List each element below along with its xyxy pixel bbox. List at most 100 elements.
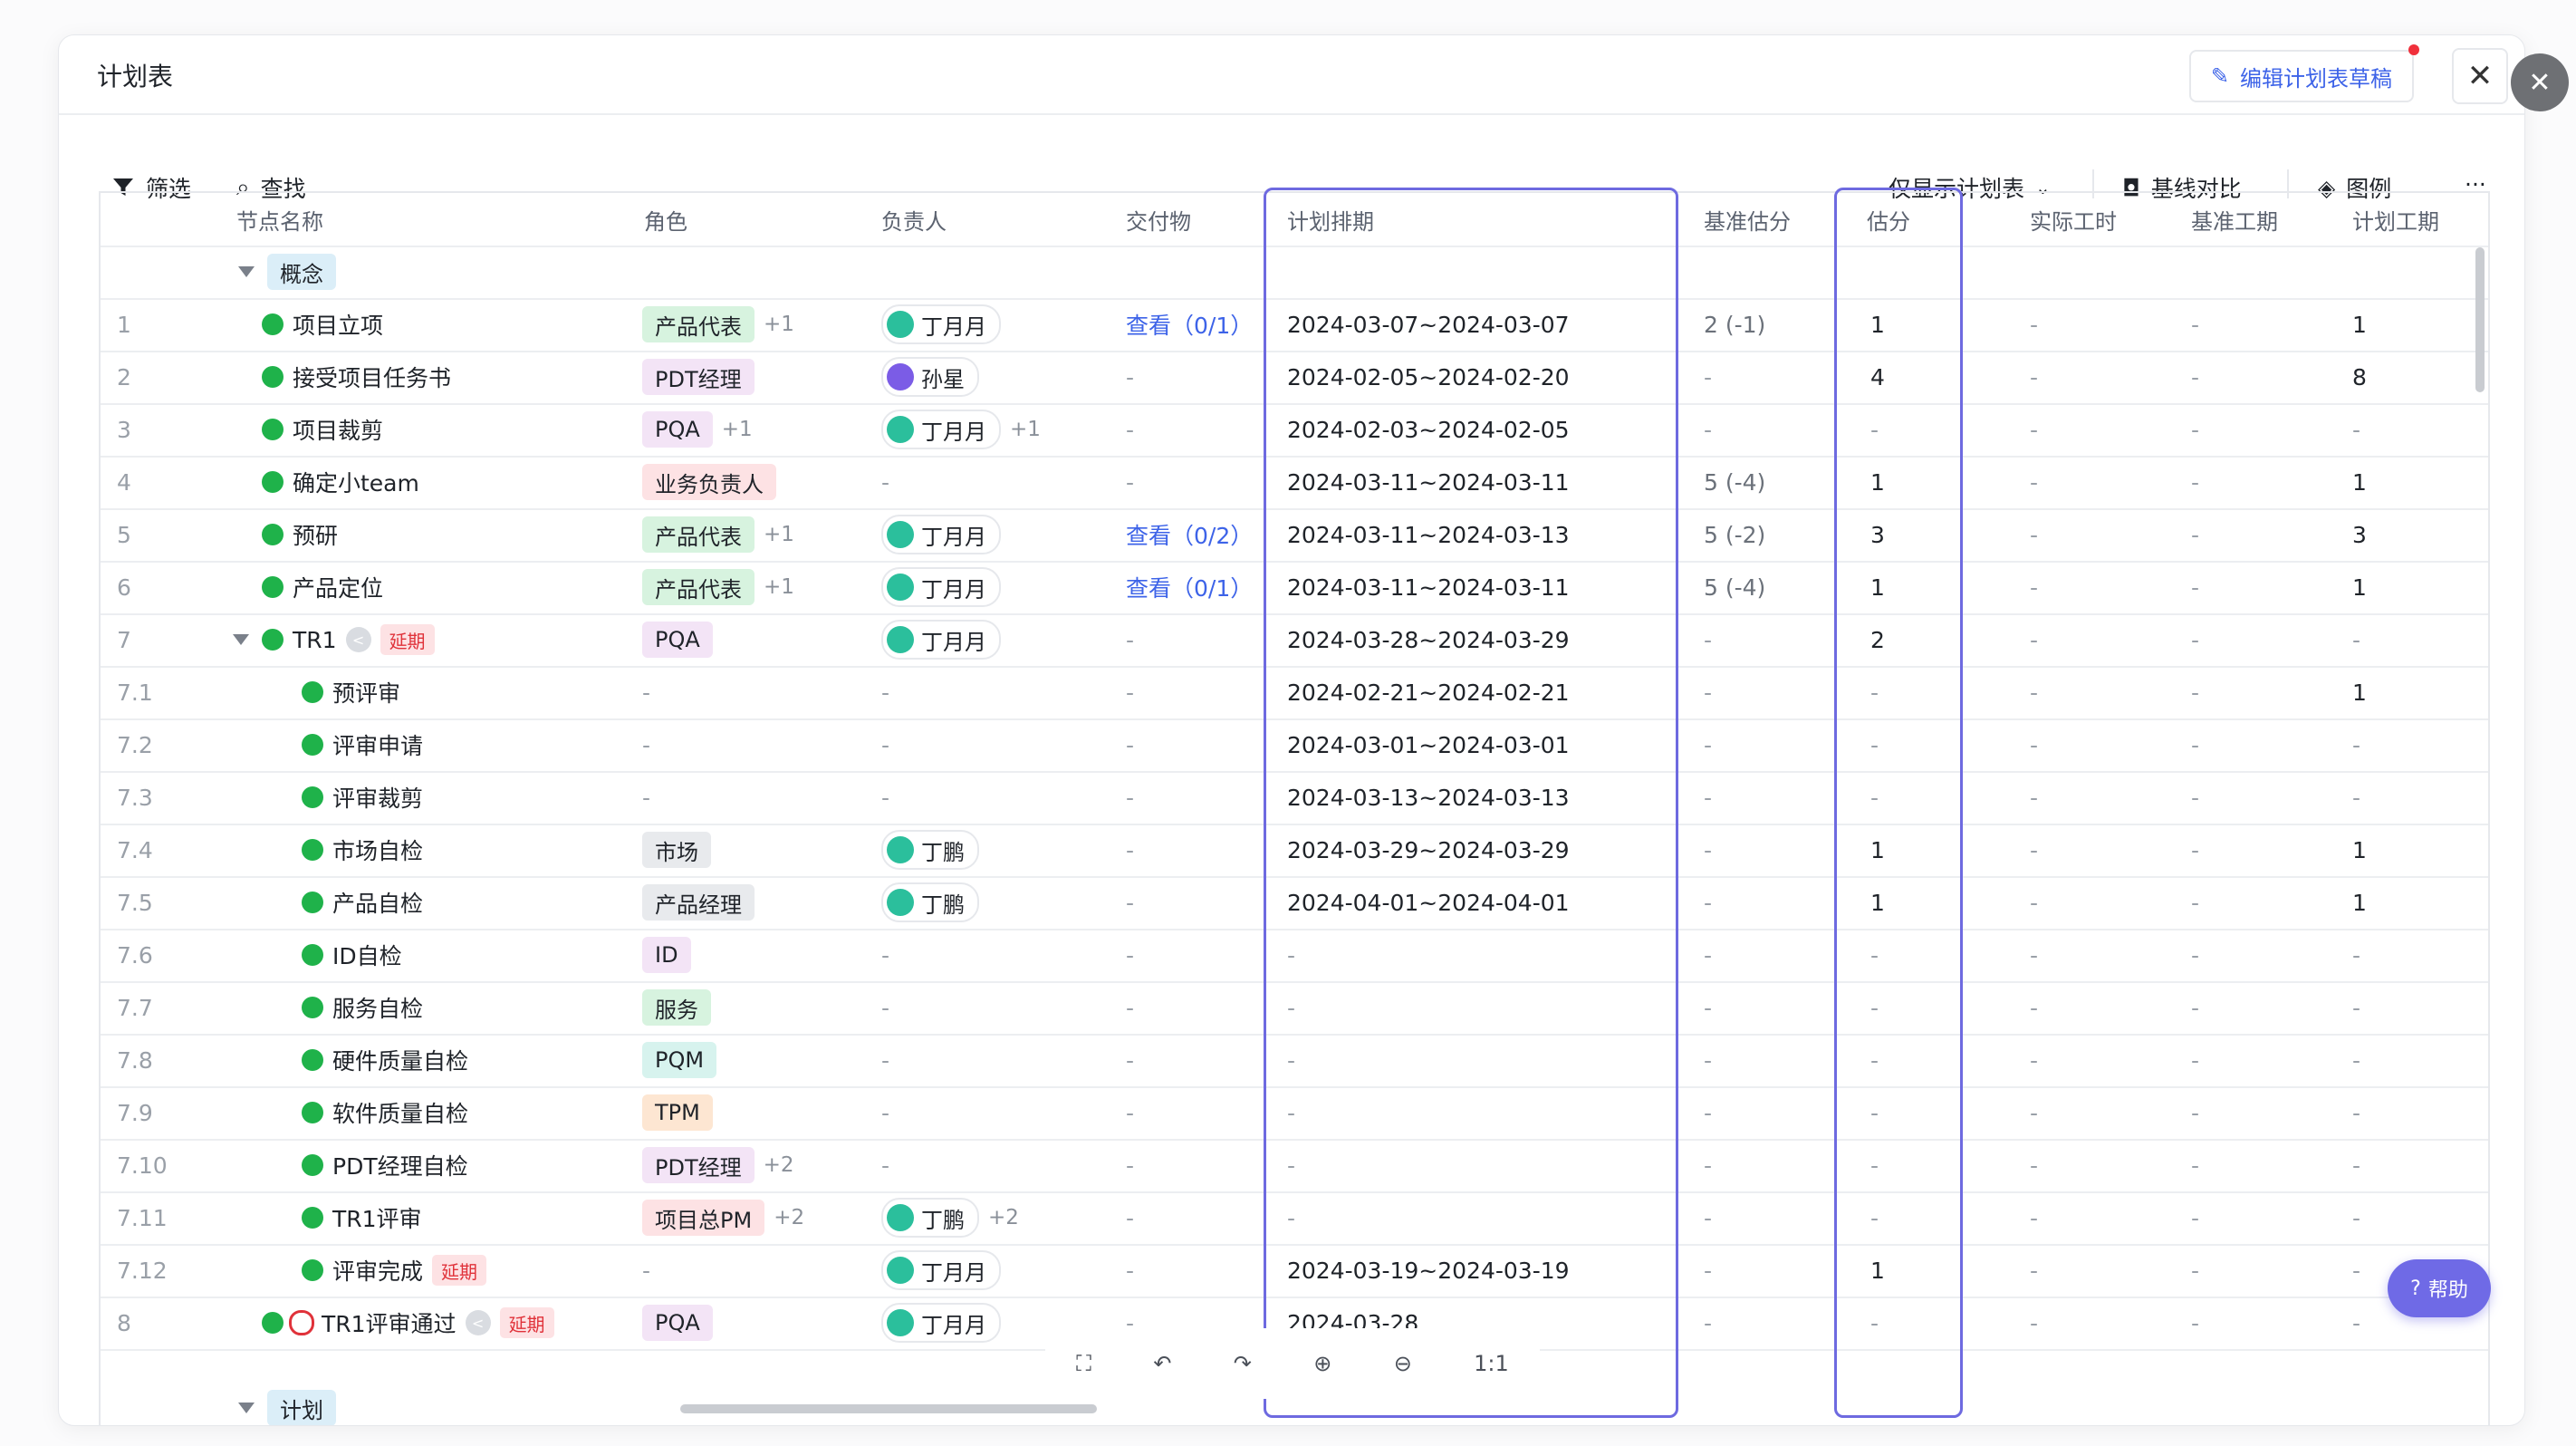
node-name-cell[interactable]: 接受项目任务书 [262,351,451,403]
owner-chip[interactable]: 丁鹏 [881,830,979,870]
group-cell[interactable]: 概念 [238,246,336,298]
col-header-role[interactable]: 角色 [644,193,687,246]
deliverable-cell[interactable]: 查看（0/1） [1126,561,1253,613]
schedule-cell[interactable]: 2024-03-11~2024-03-13 [1287,508,1570,561]
estimate-cell[interactable]: 1 [1870,298,1885,351]
schedule-cell[interactable]: 2024-02-05~2024-02-20 [1287,351,1570,403]
deliverable-cell[interactable]: - [1126,403,1134,456]
role-cell[interactable]: PDT经理 +2 [642,1139,794,1191]
col-header-owner[interactable]: 负责人 [881,193,947,246]
node-name-cell[interactable]: 项目立项 [262,298,383,351]
deliverable-cell[interactable]: - [1126,456,1134,508]
schedule-cell[interactable]: 2024-02-03~2024-02-05 [1287,403,1570,456]
schedule-cell[interactable]: 2024-02-21~2024-02-21 [1287,666,1570,718]
plan-duration-cell[interactable]: - [2352,1034,2360,1086]
role-cell[interactable]: 项目总PM +2 [642,1191,804,1244]
fullscreen-icon[interactable]: ⛶ [1076,1351,1091,1376]
role-more-count[interactable]: +1 [722,418,753,441]
plan-duration-cell[interactable]: - [2352,1297,2360,1349]
owner-chip[interactable]: 孙星 [881,357,979,397]
plan-duration-cell[interactable]: 1 [2352,561,2367,613]
role-cell[interactable]: 市场 [642,824,711,876]
caret-down-icon[interactable] [233,634,249,645]
schedule-cell[interactable]: - [1287,929,1295,981]
schedule-cell[interactable]: - [1287,981,1295,1034]
plan-duration-cell[interactable]: 8 [2352,351,2367,403]
role-cell[interactable]: TPM [642,1086,713,1139]
col-header-base-duration[interactable]: 基准工期 [2191,193,2278,246]
schedule-cell[interactable]: - [1287,1086,1295,1139]
deliverable-link[interactable]: 查看（0/2） [1126,518,1253,551]
role-tag[interactable]: 产品代表 [642,569,755,605]
owner-chip[interactable]: 丁月月 [881,304,1001,344]
role-cell[interactable]: - [642,666,650,718]
owner-cell[interactable]: 丁鹏 [881,876,979,929]
deliverable-cell[interactable]: 查看（0/1） [1126,298,1253,351]
schedule-cell[interactable]: - [1287,1191,1295,1244]
caret-down-icon[interactable] [238,266,255,277]
table-row[interactable]: 4 确定小team 业务负责人 - - 2024-03-11~2024-03-11 5 (-… [101,456,2488,510]
role-cell[interactable]: 服务 [642,981,711,1034]
role-tag[interactable]: PQA [642,622,713,658]
node-name-cell[interactable]: 服务自检 [302,981,423,1034]
plan-duration-cell[interactable]: - [2352,718,2360,771]
role-tag[interactable]: 业务负责人 [642,464,776,500]
estimate-cell[interactable]: 1 [1870,824,1885,876]
owner-cell[interactable]: - [881,771,889,824]
plan-duration-cell[interactable]: - [2352,981,2360,1034]
deliverable-cell[interactable]: - [1126,1244,1134,1297]
node-name-cell[interactable]: 项目裁剪 [262,403,383,456]
deliverable-cell[interactable]: - [1126,876,1134,929]
owner-chip[interactable]: 丁鹏 [881,882,979,922]
node-name-cell[interactable]: TR1 < 延期 [233,613,435,666]
schedule-cell[interactable]: 2024-03-19~2024-03-19 [1287,1244,1570,1297]
role-tag[interactable]: ID [642,937,691,973]
estimate-cell[interactable]: 1 [1870,561,1885,613]
estimate-cell[interactable]: - [1870,666,1879,718]
deliverable-cell[interactable]: - [1126,351,1134,403]
col-header-plan-duration[interactable]: 计划工期 [2352,193,2439,246]
close-button[interactable]: ✕ [2452,48,2508,104]
schedule-cell[interactable]: 2024-03-11~2024-03-11 [1287,561,1570,613]
rotate-right-icon[interactable]: ↷ [1234,1351,1252,1376]
owner-cell[interactable]: - [881,1139,889,1191]
role-tag[interactable]: PQM [642,1042,717,1078]
table-row[interactable]: 6 产品定位 产品代表 +1 丁月月 查看（0/1） 2024-03-11~2024-03-… [101,561,2488,615]
role-cell[interactable]: PQA [642,1297,713,1349]
deliverable-cell[interactable]: - [1126,718,1134,771]
plan-duration-cell[interactable]: - [2352,929,2360,981]
role-tag[interactable]: 产品代表 [642,306,755,342]
role-tag[interactable]: PQA [642,411,713,448]
owner-chip[interactable]: 丁月月 [881,410,1001,449]
deliverable-cell[interactable]: - [1126,1086,1134,1139]
owner-cell[interactable]: 丁月月 [881,1244,1001,1297]
plan-duration-cell[interactable]: - [2352,771,2360,824]
deliverable-cell[interactable]: - [1126,666,1134,718]
table-row[interactable]: 7.8 硬件质量自检 PQM - - - - - - - - [101,1034,2488,1088]
estimate-cell[interactable]: - [1870,1139,1879,1191]
owner-cell[interactable]: - [881,666,889,718]
owner-more-count[interactable]: +1 [1010,418,1041,441]
table-row[interactable]: 7 TR1 < 延期 PQA 丁月月 - 2024-03-28~2024-03-29 - 2 - - - [101,613,2488,668]
deliverable-cell[interactable]: - [1126,771,1134,824]
plan-duration-cell[interactable]: - [2352,1191,2360,1244]
col-header-actual-hours[interactable]: 实际工时 [2030,193,2117,246]
col-header-base-estimate[interactable]: 基准估分 [1704,193,1791,246]
node-name-cell[interactable]: 预研 [262,508,338,561]
role-cell[interactable]: - [642,771,650,824]
role-cell[interactable]: PDT经理 [642,351,755,403]
plan-duration-cell[interactable]: 1 [2352,456,2367,508]
rotate-left-icon[interactable]: ↶ [1153,1351,1171,1376]
col-header-deliverable[interactable]: 交付物 [1126,193,1191,246]
table-row[interactable]: 7.1 预评审 - - - 2024-02-21~2024-02-21 - - - - 1 [101,666,2488,720]
deliverable-cell[interactable]: - [1126,929,1134,981]
zoom-reset-button[interactable]: 1:1 [1474,1351,1509,1376]
estimate-cell[interactable]: - [1870,1191,1879,1244]
owner-cell[interactable]: - [881,1034,889,1086]
role-tag[interactable]: PDT经理 [642,359,755,395]
estimate-cell[interactable]: - [1870,981,1879,1034]
role-cell[interactable]: - [642,718,650,771]
zoom-out-icon[interactable]: ⊖ [1394,1351,1412,1376]
plan-duration-cell[interactable]: 1 [2352,876,2367,929]
vertical-scrollbar[interactable] [2475,247,2485,392]
